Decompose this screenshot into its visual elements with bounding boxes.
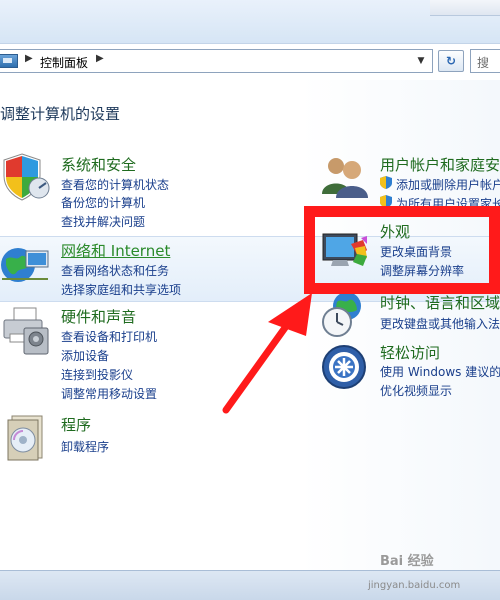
watermark-logo: Bai 经验 [380,554,434,569]
annotation-arrow-icon [222,293,312,414]
watermark-url: jingyan.baidu.com [368,580,461,591]
